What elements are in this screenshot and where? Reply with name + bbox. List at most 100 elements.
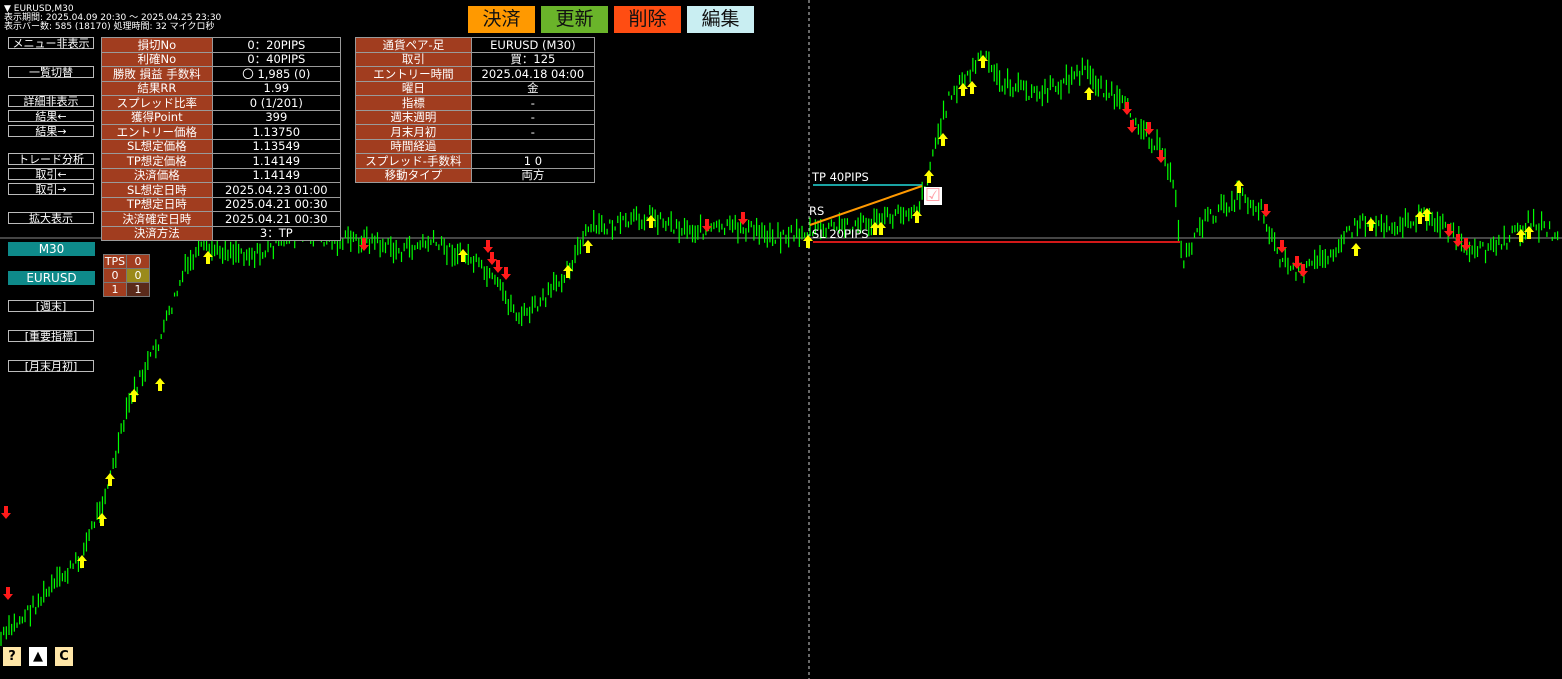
info-value: 〇 1,985 (0) <box>211 66 342 82</box>
sell-arrow-icon <box>501 267 511 280</box>
sell-arrow-icon <box>1122 102 1132 115</box>
zoom-button[interactable]: 拡大表示 <box>8 212 94 225</box>
info-row: 獲得Point 399 <box>101 109 342 125</box>
info-value: 1.99 <box>211 80 342 96</box>
timeframe-button[interactable]: M30 <box>8 242 95 256</box>
info-key: 獲得Point <box>101 109 213 125</box>
info-key: TP想定日時 <box>101 196 213 212</box>
hide-detail-button[interactable]: 詳細非表示 <box>8 95 94 108</box>
buy-arrow-icon <box>924 170 934 183</box>
collapse-button[interactable]: ▲ <box>29 647 47 666</box>
info-row: 決済方法 3：TP <box>101 225 342 241</box>
trade-info-table: 損切No 0：20PIPS 利確No 0：40PIPS 勝敗 損益 手数料〇 1,985… <box>101 37 342 241</box>
tps-header-value: 0 <box>126 254 150 269</box>
info-value: - <box>470 109 596 125</box>
info-row: 損切No 0：20PIPS <box>101 37 342 53</box>
info-key: スプレッド比率 <box>101 95 213 111</box>
info-value: 399 <box>211 109 342 125</box>
buy-arrow-icon <box>967 81 977 94</box>
tps-table: TPS 0 0 0 1 1 <box>103 254 150 297</box>
info-value: 2025.04.18 04:00 <box>470 66 596 82</box>
info-key: 決済価格 <box>101 167 213 183</box>
buy-arrow-icon <box>1422 208 1432 221</box>
rs-label: RS <box>809 204 825 218</box>
buy-arrow-icon <box>105 473 115 486</box>
edit-button[interactable]: 編集 <box>687 6 754 33</box>
tps-cell: 0 <box>103 268 127 283</box>
info-row: 結果RR 1.99 <box>101 80 342 96</box>
info-value: 買：125 <box>470 51 596 67</box>
result-next-button[interactable]: 結果→ <box>8 125 94 138</box>
tps-cell: 1 <box>103 282 127 297</box>
tps-cell: 1 <box>126 282 150 297</box>
info-key: 結果RR <box>101 80 213 96</box>
info-value: 1.14149 <box>211 153 342 169</box>
clear-button[interactable]: C <box>55 647 73 666</box>
info-value: 2025.04.21 00:30 <box>211 196 342 212</box>
buy-arrow-icon <box>1351 243 1361 256</box>
delete-button[interactable]: 削除 <box>614 6 681 33</box>
month-end-button[interactable]: [月末月初] <box>8 360 94 373</box>
symbol-button[interactable]: EURUSD <box>8 271 95 285</box>
info-row: 決済価格 1.14149 <box>101 167 342 183</box>
buy-arrow-icon <box>155 378 165 391</box>
hide-menu-button[interactable]: メニュー非表示 <box>8 37 94 50</box>
info-row: 通貨ペア-足 EURUSD (M30) <box>355 37 596 53</box>
info-key: 曜日 <box>355 80 472 96</box>
info-row: 時間経過 <box>355 138 596 154</box>
settle-button[interactable]: 決済 <box>468 6 535 33</box>
info-row: 取引 買：125 <box>355 51 596 67</box>
sell-arrow-icon <box>3 587 13 600</box>
info-key: 勝敗 損益 手数料 <box>101 66 213 82</box>
info-value: 1.14149 <box>211 167 342 183</box>
sell-arrow-icon <box>1 506 11 519</box>
tps-cell: 0 <box>126 268 150 283</box>
refresh-button[interactable]: 更新 <box>541 6 608 33</box>
info-key: 週末週明 <box>355 109 472 125</box>
info-key: SL想定日時 <box>101 182 213 198</box>
trade-prev-button[interactable]: 取引← <box>8 168 94 181</box>
info-value: 1.13549 <box>211 138 342 154</box>
help-button[interactable]: ? <box>3 647 21 666</box>
sell-arrow-icon <box>1156 150 1166 163</box>
info-row: 勝敗 損益 手数料〇 1,985 (0) <box>101 66 342 82</box>
info-key: エントリー価格 <box>101 124 213 140</box>
info-row: エントリー価格 1.13750 <box>101 124 342 140</box>
info-value: 金 <box>470 80 596 96</box>
buy-arrow-icon <box>583 240 593 253</box>
sl-label: SL 20PIPS <box>812 227 869 241</box>
info-value: 1 0 <box>470 153 596 169</box>
check-icon[interactable]: ☑ <box>924 187 942 205</box>
info-value: 3：TP <box>211 225 342 241</box>
info-row: 利確No 0：40PIPS <box>101 51 342 67</box>
info-row: 指標 - <box>355 95 596 111</box>
info-value: 2025.04.23 01:00 <box>211 182 342 198</box>
info-row: スプレッド-手数料 1 0 <box>355 153 596 169</box>
info-key: 月末月初 <box>355 124 472 140</box>
info-key: 移動タイプ <box>355 167 472 183</box>
info-row: TP想定価格 1.14149 <box>101 153 342 169</box>
info-key: 時間経過 <box>355 138 472 154</box>
trade-analysis-button[interactable]: トレード分析 <box>8 153 94 166</box>
sell-arrow-icon <box>702 219 712 232</box>
sell-arrow-icon <box>1144 122 1154 135</box>
tp-label: TP 40PIPS <box>812 170 869 184</box>
info-row: SL想定日時 2025.04.23 01:00 <box>101 182 342 198</box>
important-indicator-button[interactable]: [重要指標] <box>8 330 94 343</box>
list-toggle-button[interactable]: 一覧切替 <box>8 66 94 79</box>
info-row: 週末週明 - <box>355 109 596 125</box>
info-key: 指標 <box>355 95 472 111</box>
sell-arrow-icon <box>738 212 748 225</box>
info-row: 月末月初 - <box>355 124 596 140</box>
weekend-button[interactable]: [週末] <box>8 300 94 313</box>
buy-arrow-icon <box>958 83 968 96</box>
sell-arrow-icon <box>483 240 493 253</box>
info-row: SL想定価格 1.13549 <box>101 138 342 154</box>
trade-next-button[interactable]: 取引→ <box>8 183 94 196</box>
trade-detail-table: 通貨ペア-足 EURUSD (M30) 取引 買：125 エントリー時間 2025.04.… <box>355 37 596 183</box>
info-key: 決済方法 <box>101 225 213 241</box>
info-value: 1.13750 <box>211 124 342 140</box>
chart-bars: 表示バー数: 585 (18170) 処理時間: 32 マイクロ秒 <box>4 22 215 32</box>
info-value: 2025.04.21 00:30 <box>211 211 342 227</box>
result-prev-button[interactable]: 結果← <box>8 110 94 123</box>
